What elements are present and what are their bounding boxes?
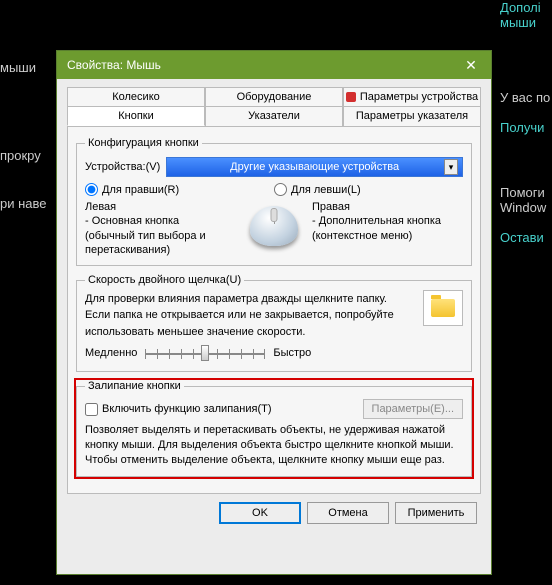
bg-text: мыши — [500, 15, 536, 30]
chevron-down-icon: ▾ — [444, 159, 458, 175]
titlebar: Свойства: Мышь ✕ — [57, 51, 491, 79]
tab-buttons[interactable]: Кнопки — [67, 106, 205, 126]
mouse-illustration — [244, 200, 304, 252]
bg-text: прокру — [0, 148, 41, 163]
device-dropdown[interactable]: Другие указывающие устройства ▾ — [166, 157, 463, 177]
bg-text: ри наве — [0, 196, 47, 211]
folder-icon — [431, 299, 455, 317]
clicklock-description: Позволяет выделять и перетаскивать объек… — [85, 423, 463, 468]
clicklock-label: Включить функцию залипания(T) — [102, 403, 272, 415]
bg-text: Помоги — [500, 185, 545, 200]
slow-label: Медленно — [85, 347, 137, 359]
cancel-button[interactable]: Отмена — [307, 502, 389, 524]
left-button-desc: Левая - Основная кнопка (обычный тип выб… — [85, 200, 236, 257]
bg-text: мыши — [0, 60, 36, 75]
speed-desc: Для проверки влияния параметра дважды ще… — [85, 292, 415, 306]
ok-button[interactable]: OK — [219, 502, 301, 524]
tab-wheel[interactable]: Колесико — [67, 87, 205, 106]
radio-label-text: Для левши(L) — [291, 184, 361, 196]
doubleclick-test-folder[interactable] — [423, 290, 463, 326]
bg-text: Остави — [500, 230, 544, 245]
dialog-buttons: OK Отмена Применить — [57, 502, 491, 536]
group-legend: Залипание кнопки — [85, 380, 184, 392]
window-title: Свойства: Мышь — [67, 58, 161, 72]
clicklock-settings-button: Параметры(E)... — [363, 399, 463, 419]
tab-pointer-options[interactable]: Параметры указателя — [343, 106, 481, 126]
radio-label-text: Для правши(R) — [102, 184, 179, 196]
group-legend: Скорость двойного щелчка(U) — [85, 274, 244, 286]
tab-strip: Колесико Оборудование Параметры устройст… — [57, 79, 491, 126]
group-clicklock: Залипание кнопки Включить функцию залипа… — [76, 380, 472, 477]
tab-hardware[interactable]: Оборудование — [205, 87, 343, 106]
synaptics-icon — [346, 92, 356, 102]
bg-text: Дополі — [500, 0, 541, 15]
radio-left-handed[interactable]: Для левши(L) — [274, 183, 463, 196]
bg-text: У вас по — [500, 90, 550, 105]
doubleclick-slider[interactable] — [145, 343, 265, 363]
group-button-config: Конфигурация кнопки Устройства:(V) Други… — [76, 137, 472, 266]
group-doubleclick-speed: Скорость двойного щелчка(U) Для проверки… — [76, 274, 472, 372]
tab-label: Параметры устройства — [360, 91, 478, 103]
tab-device-settings[interactable]: Параметры устройства — [343, 87, 481, 106]
radio-left-handed-input[interactable] — [274, 183, 287, 196]
radio-right-handed[interactable]: Для правши(R) — [85, 183, 274, 196]
tab-body-buttons: Конфигурация кнопки Устройства:(V) Други… — [67, 126, 481, 494]
right-button-desc: Правая - Дополнительная кнопка (контекст… — [312, 200, 463, 257]
device-label: Устройства:(V) — [85, 161, 160, 173]
close-button[interactable]: ✕ — [451, 51, 491, 79]
speed-desc: использовать меньшее значение скорости. — [85, 325, 415, 339]
speed-desc: Если папка не открывается или не закрыва… — [85, 308, 415, 322]
clicklock-checkbox[interactable] — [85, 403, 98, 416]
tab-pointers[interactable]: Указатели — [205, 106, 343, 126]
mouse-properties-dialog: Свойства: Мышь ✕ Колесико Оборудование П… — [56, 50, 492, 575]
radio-right-handed-input[interactable] — [85, 183, 98, 196]
bg-text: Получи — [500, 120, 544, 135]
bg-text: Window — [500, 200, 546, 215]
apply-button[interactable]: Применить — [395, 502, 477, 524]
fast-label: Быстро — [273, 347, 311, 359]
group-legend: Конфигурация кнопки — [85, 137, 202, 149]
device-value: Другие указывающие устройства — [230, 161, 399, 173]
